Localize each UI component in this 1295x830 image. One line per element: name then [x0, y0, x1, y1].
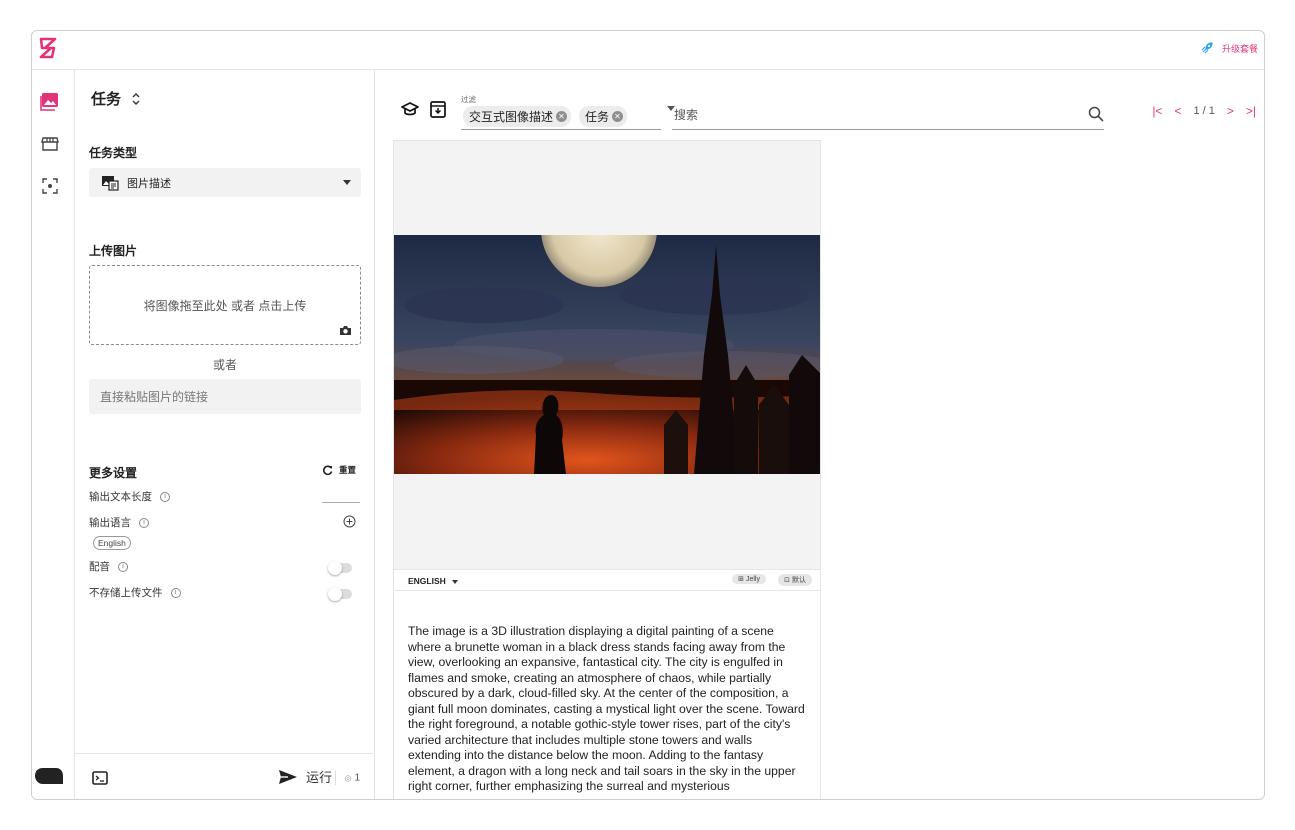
results-area: 过滤 交互式图像描述 ✕ 任务 ✕ 搜索 |< < 1 / 1 > >| ENG… — [375, 70, 1264, 799]
send-icon — [278, 769, 297, 784]
remove-chip-icon[interactable]: ✕ — [612, 111, 624, 122]
first-page-icon[interactable]: |< — [1152, 104, 1162, 118]
filter-chips: 交互式图像描述 ✕ 任务 ✕ — [463, 106, 628, 127]
output-length-row: 输出文本长度 i — [89, 489, 170, 504]
reset-label: 重置 — [338, 465, 356, 475]
run-button[interactable]: 运行 — [278, 767, 332, 786]
chevron-down-icon — [451, 579, 458, 584]
result-image[interactable] — [394, 235, 821, 474]
image-description-text: The image is a 3D illustration displayin… — [408, 624, 805, 793]
filter-chip-label: 任务 — [585, 110, 610, 124]
image-description-icon — [102, 175, 119, 191]
info-icon[interactable]: i — [160, 491, 170, 502]
panel-title: 任务 — [91, 91, 122, 108]
terminal-icon[interactable] — [92, 771, 108, 785]
default-pill[interactable]: ⊡ 默认 — [778, 574, 812, 586]
upload-label: 上传图片 — [89, 244, 138, 258]
output-length-label: 输出文本长度 — [89, 491, 152, 503]
search-field[interactable] — [672, 102, 1104, 130]
next-page-icon[interactable]: > — [1227, 104, 1234, 118]
output-language-label: 输出语言 — [89, 517, 131, 529]
image-tasks-icon[interactable] — [40, 91, 60, 111]
last-page-icon[interactable]: >| — [1246, 104, 1256, 118]
filter-field[interactable]: 过滤 交互式图像描述 ✕ 任务 ✕ — [461, 94, 675, 130]
unfold-icon — [132, 92, 140, 105]
filter-chip[interactable]: 交互式图像描述 ✕ — [463, 106, 572, 127]
output-length-input[interactable] — [322, 502, 360, 503]
divider — [334, 771, 336, 785]
image-frame — [394, 141, 821, 569]
top-bar: 升级套餐 — [32, 31, 1264, 70]
credit-counter: ◎ 1 — [334, 771, 360, 785]
no-store-toggle[interactable] — [328, 587, 352, 601]
refresh-icon — [322, 465, 333, 475]
task-type-label: 任务类型 — [89, 146, 138, 160]
no-store-label: 不存储上传文件 — [89, 587, 163, 599]
archive-download-icon[interactable] — [430, 101, 446, 118]
upgrade-label: 升级套餐 — [1221, 43, 1258, 54]
voice-pill[interactable]: ⊞ Jelly — [732, 574, 766, 584]
info-icon[interactable]: i — [170, 587, 181, 598]
dubbing-toggle[interactable] — [328, 561, 352, 575]
task-settings-panel: 任务 任务类型 图片描述 上传图片 将图像拖至此处 或者 点击上传 或者 直接粘… — [75, 70, 375, 799]
reset-button[interactable]: 重置 — [322, 464, 356, 476]
upgrade-plan-button[interactable]: 升级套餐 — [1200, 41, 1258, 55]
run-label: 运行 — [305, 770, 332, 785]
voice-label: Jelly — [745, 576, 760, 583]
scan-focus-icon[interactable] — [40, 176, 60, 196]
dubbing-row: 配音 i — [89, 559, 128, 574]
image-url-input[interactable] — [89, 379, 361, 414]
app-window: 升级套餐 任务 任务类型 图片描述 上传图片 将图像拖至此处 或者 点击上传 或… — [31, 30, 1265, 800]
filter-chip[interactable]: 任务 ✕ — [579, 106, 628, 127]
image-dropzone[interactable]: 将图像拖至此处 或者 点击上传 — [89, 265, 361, 345]
info-icon[interactable]: i — [139, 517, 149, 528]
output-language-row: 输出语言 i — [89, 515, 149, 530]
app-logo[interactable] — [39, 37, 57, 59]
dropzone-text: 将图像拖至此处 或者 点击上传 — [143, 298, 307, 313]
coin-icon: ◎ — [344, 773, 352, 783]
chevron-down-icon — [343, 180, 351, 185]
language-chip[interactable]: English — [93, 536, 131, 550]
more-settings-label: 更多设置 — [89, 466, 138, 480]
store-icon[interactable] — [40, 134, 60, 154]
credit-count: 1 — [354, 772, 360, 784]
rocket-icon — [1201, 42, 1213, 54]
no-store-row: 不存储上传文件 i — [89, 585, 181, 600]
search-icon[interactable] — [1088, 106, 1104, 122]
results-toolbar: 过滤 交互式图像描述 ✕ 任务 ✕ 搜索 |< < 1 / 1 > >| — [375, 70, 1264, 132]
page-indicator: 1 / 1 — [1193, 105, 1215, 117]
language-value: ENGLISH — [408, 576, 446, 586]
default-label: 默认 — [792, 577, 806, 584]
task-type-value: 图片描述 — [127, 177, 171, 190]
result-card-toolbar: ENGLISH ⊞ Jelly ⊡ 默认 — [394, 569, 820, 591]
voice-icon: ⊞ — [738, 576, 745, 583]
pagination: |< < 1 / 1 > >| — [1152, 104, 1256, 118]
info-icon[interactable]: i — [118, 561, 128, 572]
add-language-icon[interactable] — [343, 515, 356, 528]
camera-icon[interactable] — [339, 325, 352, 336]
nav-rail — [32, 70, 75, 799]
search-input[interactable] — [674, 102, 1054, 128]
theme-toggle-icon[interactable] — [34, 767, 64, 785]
task-type-select[interactable]: 图片描述 — [89, 168, 361, 197]
speaker-icon: ⊡ — [784, 577, 791, 584]
language-select[interactable]: ENGLISH — [408, 576, 458, 586]
graduation-cap-icon[interactable] — [401, 102, 419, 118]
task-selector[interactable]: 任务 — [91, 88, 141, 109]
dubbing-label: 配音 — [89, 561, 110, 573]
or-separator: 或者 — [212, 358, 237, 372]
result-card: ENGLISH ⊞ Jelly ⊡ 默认 The image is a 3D i… — [393, 140, 821, 799]
prev-page-icon[interactable]: < — [1174, 104, 1181, 118]
panel-footer: 运行 ◎ 1 — [75, 753, 374, 799]
filter-label: 过滤 — [461, 95, 476, 104]
filter-chip-label: 交互式图像描述 — [469, 110, 554, 124]
remove-chip-icon[interactable]: ✕ — [556, 111, 568, 122]
